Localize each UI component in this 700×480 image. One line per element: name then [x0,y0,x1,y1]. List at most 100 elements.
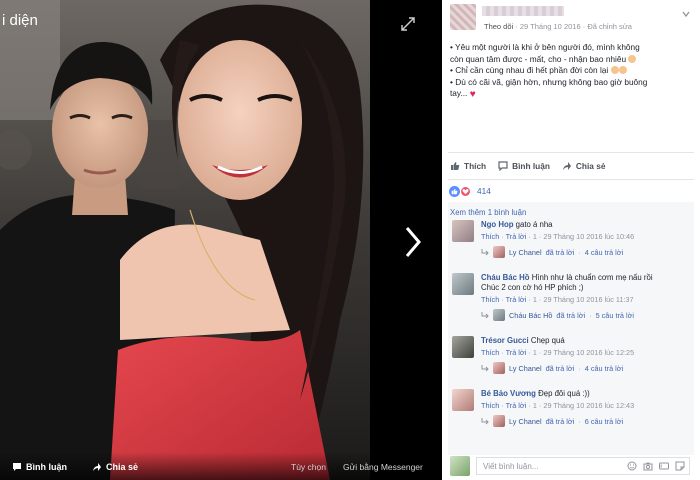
muscle-emoji-icon [610,66,619,75]
comment-item: Trésor Gucci Chẹp quá Thích · Trả lời · … [448,334,694,387]
comment-like-link[interactable]: Thích [481,348,499,357]
like-button[interactable]: Thích [450,161,486,171]
post-header: Theo dõi · 29 Tháng 10 2016 · Đã chỉnh s… [442,0,700,36]
comment-text-line2: Chúc 2 con cờ hó HP phích ;) [481,283,584,292]
reply-action: đã trả lời [545,416,575,426]
post-date[interactable]: 29 Tháng 10 2016 [520,22,581,31]
comment-author[interactable]: Ngo Hop [481,220,513,229]
expand-icon[interactable] [400,16,416,32]
comment-meta: Thích · Trả lời · 1 · 29 Tháng 10 2016 l… [481,401,635,410]
comment-reply-link[interactable]: Trả lời [506,401,527,410]
comment-author[interactable]: Cháu Bác Hồ [481,273,530,282]
comment-body: Cháu Bác Hồ Hình như là chuẩn cơm mẹ nấu… [481,271,694,293]
post-text-line: tay... ♥ [450,88,476,101]
comment-reply-link[interactable]: Trả lời [506,295,527,304]
comment-reply-link[interactable]: Trả lời [506,348,527,357]
viewer-options-button[interactable]: Tùy chọn [291,462,326,472]
comment-reply-link[interactable]: Trả lời [506,232,527,241]
commenter-avatar[interactable] [452,336,474,358]
comment-author[interactable]: Bé Bảo Vương [481,389,536,398]
comment-text: Đẹp đôi quá :)) [535,389,590,398]
comment-body: Trésor Gucci Chẹp quá [481,334,694,346]
muscle-emoji-icon [618,66,627,75]
comment-icon [13,463,21,471]
comment-input-placeholder: Viết bình luận... [483,461,539,471]
reply-arrow-icon [481,418,489,425]
share-label: Chia sẻ [575,161,606,171]
reply-count: 4 câu trả lời [584,363,624,373]
author-name-blurred[interactable] [482,6,564,16]
follow-link[interactable]: Theo dõi [484,22,513,31]
comment-meta: Thích · Trả lời · 1 · 29 Tháng 10 2016 l… [481,295,634,304]
photo[interactable] [0,0,370,480]
comment-time[interactable]: 29 Tháng 10 2016 lúc 11:37 [543,295,633,304]
replier-avatar [493,415,505,427]
post-text-line: • Dù có cãi vã, giận hờn, nhưng không ba… [450,76,648,87]
reply-action: đã trả lời [556,310,586,320]
post-text-line: • Yêu một người là khi ở bên người đó, m… [450,42,640,52]
reactions-summary[interactable]: 414 [442,180,700,202]
comment-time[interactable]: 29 Tháng 10 2016 lúc 12:25 [543,348,634,357]
comment-replies-link[interactable]: Cháu Bác Hồ đã trả lời · 5 câu trả lời [481,309,694,321]
view-more-comments-link[interactable]: Xem thêm 1 bình luận [448,202,694,218]
comment-time[interactable]: 29 Tháng 10 2016 lúc 12:43 [543,401,634,410]
viewer-comment-button[interactable]: Bình luận [12,462,67,472]
comment-like-count: 1 [532,232,537,241]
comment-item: Cháu Bác Hồ Hình như là chuẩn cơm mẹ nấu… [448,271,694,334]
post-text: • Yêu một người là khi ở bên người đó, m… [442,36,700,152]
comment-like-link[interactable]: Thích [481,232,499,241]
reply-count: 6 câu trả lời [584,416,624,426]
gif-icon[interactable] [659,461,669,471]
viewer-share-button[interactable]: Chia sẻ [92,462,138,472]
camera-icon[interactable] [643,461,653,471]
comment-replies-link[interactable]: Ly Chanel đã trả lời · 4 câu trả lời [481,246,694,258]
post-panel: Theo dõi · 29 Tháng 10 2016 · Đã chỉnh s… [442,0,700,480]
commenter-avatar[interactable] [452,220,474,242]
replier-name: Ly Chanel [509,247,542,257]
reply-arrow-icon [481,249,489,256]
author-avatar[interactable] [450,4,476,30]
comment-text: Chẹp quá [528,336,565,345]
emoji-icon[interactable] [627,461,637,471]
comment-input[interactable]: Viết bình luận... [476,457,690,475]
reply-count: 4 câu trả lời [584,247,624,257]
viewer-share-label: Chia sẻ [106,462,139,472]
post-meta: Theo dõi · 29 Tháng 10 2016 · Đã chỉnh s… [484,22,632,31]
comment-body: Ngo Hop gato á nha [481,218,694,230]
comment-like-link[interactable]: Thích [481,401,499,410]
sticker-icon[interactable] [675,461,685,471]
comment-time[interactable]: 29 Tháng 10 2016 lúc 10:46 [543,232,634,241]
next-photo-arrow-icon[interactable] [403,225,423,259]
comment-like-link[interactable]: Thích [481,295,499,304]
commenter-avatar[interactable] [452,273,474,295]
viewer-options-label: Tùy chọn [291,462,326,472]
current-user-avatar [450,456,470,476]
replier-name: Ly Chanel [509,363,542,373]
share-icon [562,162,571,170]
replier-avatar [493,362,505,374]
viewer-messenger-label: Gửi bằng Messenger [343,462,423,472]
comment-like-count: 1 [532,295,537,304]
comment-button[interactable]: Bình luận [498,161,550,171]
comment-replies-link[interactable]: Ly Chanel đã trả lời · 6 câu trả lời [481,415,694,427]
comment-body: Bé Bảo Vương Đẹp đôi quá :)) [481,387,694,399]
viewer-comment-label: Bình luận [26,462,67,472]
viewer-messenger-button[interactable]: Gửi bằng Messenger [343,462,423,472]
post-text-line: còn quan tâm được - mất, cho - nhận bao … [450,54,686,66]
reply-count: 5 câu trả lời [595,310,635,320]
commenter-avatar[interactable] [452,389,474,411]
share-icon [93,463,101,471]
comment-item: Bé Bảo Vương Đẹp đôi quá :)) Thích · Trả… [448,387,694,439]
comment-meta: Thích · Trả lời · 1 · 29 Tháng 10 2016 l… [481,232,635,241]
edited-label[interactable]: Đã chỉnh sửa [587,22,632,31]
comment-author[interactable]: Trésor Gucci [481,336,529,345]
chevron-down-icon[interactable] [682,10,690,18]
replier-name: Ly Chanel [509,416,542,426]
thumbs-up-icon [451,162,460,170]
comments-section: Xem thêm 1 bình luận Ngo Hop gato á nha … [448,202,694,455]
replier-avatar [493,309,505,321]
comment-replies-link[interactable]: Ly Chanel đã trả lời · 4 câu trả lời [481,362,694,374]
comment-composer: Viết bình luận... [448,455,694,477]
share-button[interactable]: Chia sẻ [562,161,606,171]
comment-text: Hình như là chuẩn cơm mẹ nấu rồi [529,273,653,282]
